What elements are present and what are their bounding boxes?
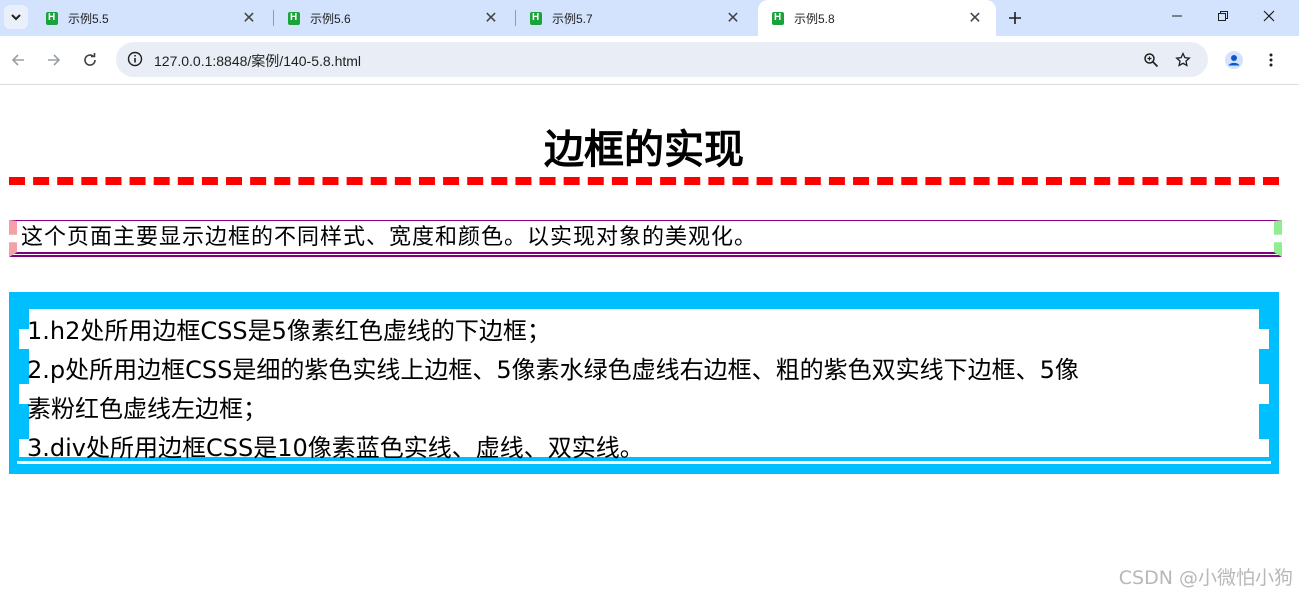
reload-button[interactable]: [78, 48, 102, 72]
profile-button[interactable]: [1222, 48, 1246, 72]
tab-title: 示例5.6: [310, 11, 351, 26]
hbuilder-icon: [530, 11, 542, 25]
close-icon[interactable]: ✕: [966, 9, 984, 27]
tab-3[interactable]: 示例5.7 ✕: [516, 0, 754, 36]
arrow-left-icon: [11, 54, 24, 66]
restore-icon: [1218, 11, 1228, 21]
close-icon[interactable]: ✕: [240, 9, 258, 27]
tab-title: 示例5.5: [68, 11, 109, 26]
tab-2[interactable]: 示例5.6 ✕: [274, 0, 512, 36]
arrow-right-icon: [48, 54, 61, 66]
tab-4-active[interactable]: 示例5.8 ✕: [758, 0, 996, 36]
window-close-button[interactable]: [1246, 0, 1292, 32]
browser-toolbar: 127.0.0.1:8848/案例/140-5.8.html: [0, 36, 1299, 85]
minimize-icon: [1172, 15, 1182, 17]
more-vertical-icon: [1269, 53, 1273, 67]
page-heading: 边框的实现: [9, 123, 1279, 185]
url-text[interactable]: 127.0.0.1:8848/案例/140-5.8.html: [154, 51, 361, 71]
notes-box: 1.h2处所用边框CSS是5像素红色虚线的下边框； 2.p处所用边框CSS是细的…: [9, 292, 1279, 474]
note-line: 3.div处所用边框CSS是10像素蓝色实线、虚线、双实线。: [27, 434, 644, 462]
note-line: 素粉红色虚线左边框；: [27, 395, 267, 423]
tab-title: 示例5.7: [552, 11, 593, 26]
hbuilder-icon: [46, 11, 58, 25]
avatar-icon: [1225, 51, 1243, 69]
star-icon: [1175, 52, 1191, 67]
tab-1[interactable]: 示例5.5 ✕: [32, 0, 270, 36]
new-tab-button[interactable]: [1003, 6, 1027, 30]
hbuilder-icon: [772, 11, 784, 25]
note-line: 1.h2处所用边框CSS是5像素红色虚线的下边框；: [27, 317, 551, 345]
intro-paragraph: 这个页面主要显示边框的不同样式、宽度和颜色。以实现对象的美观化。: [9, 220, 1282, 257]
info-icon: [127, 51, 143, 67]
hbuilder-icon: [288, 11, 300, 25]
site-info-button[interactable]: [124, 48, 146, 70]
tab-strip: 示例5.5 ✕ 示例5.6 ✕ 示例5.7 ✕ 示例5.8 ✕: [0, 0, 1299, 36]
page-content: 边框的实现 这个页面主要显示边框的不同样式、宽度和颜色。以实现对象的美观化。 1…: [0, 85, 1299, 598]
forward-button[interactable]: [42, 48, 66, 72]
bookmark-button[interactable]: [1172, 49, 1194, 71]
close-icon[interactable]: ✕: [724, 9, 742, 27]
reload-icon: [84, 53, 96, 66]
close-icon: [1263, 10, 1275, 22]
plus-icon: [1009, 12, 1021, 24]
minimize-button[interactable]: [1154, 0, 1200, 32]
close-icon[interactable]: ✕: [482, 9, 500, 27]
tab-search-button[interactable]: [4, 5, 28, 29]
tab-title: 示例5.8: [794, 11, 835, 26]
zoom-icon: [1144, 53, 1159, 68]
notes-text: 1.h2处所用边框CSS是5像素红色虚线的下边框； 2.p处所用边框CSS是细的…: [27, 312, 1283, 468]
note-line: 2.p处所用边框CSS是细的紫色实线上边框、5像素水绿色虚线右边框、粗的紫色双实…: [27, 356, 1079, 384]
restore-button[interactable]: [1200, 0, 1246, 32]
chevron-down-icon: [11, 14, 21, 21]
zoom-button[interactable]: [1140, 49, 1162, 71]
back-button[interactable]: [6, 48, 30, 72]
menu-button[interactable]: [1259, 48, 1283, 72]
watermark: CSDN @小微怕小狗: [1118, 567, 1293, 589]
address-bar[interactable]: 127.0.0.1:8848/案例/140-5.8.html: [116, 42, 1208, 77]
